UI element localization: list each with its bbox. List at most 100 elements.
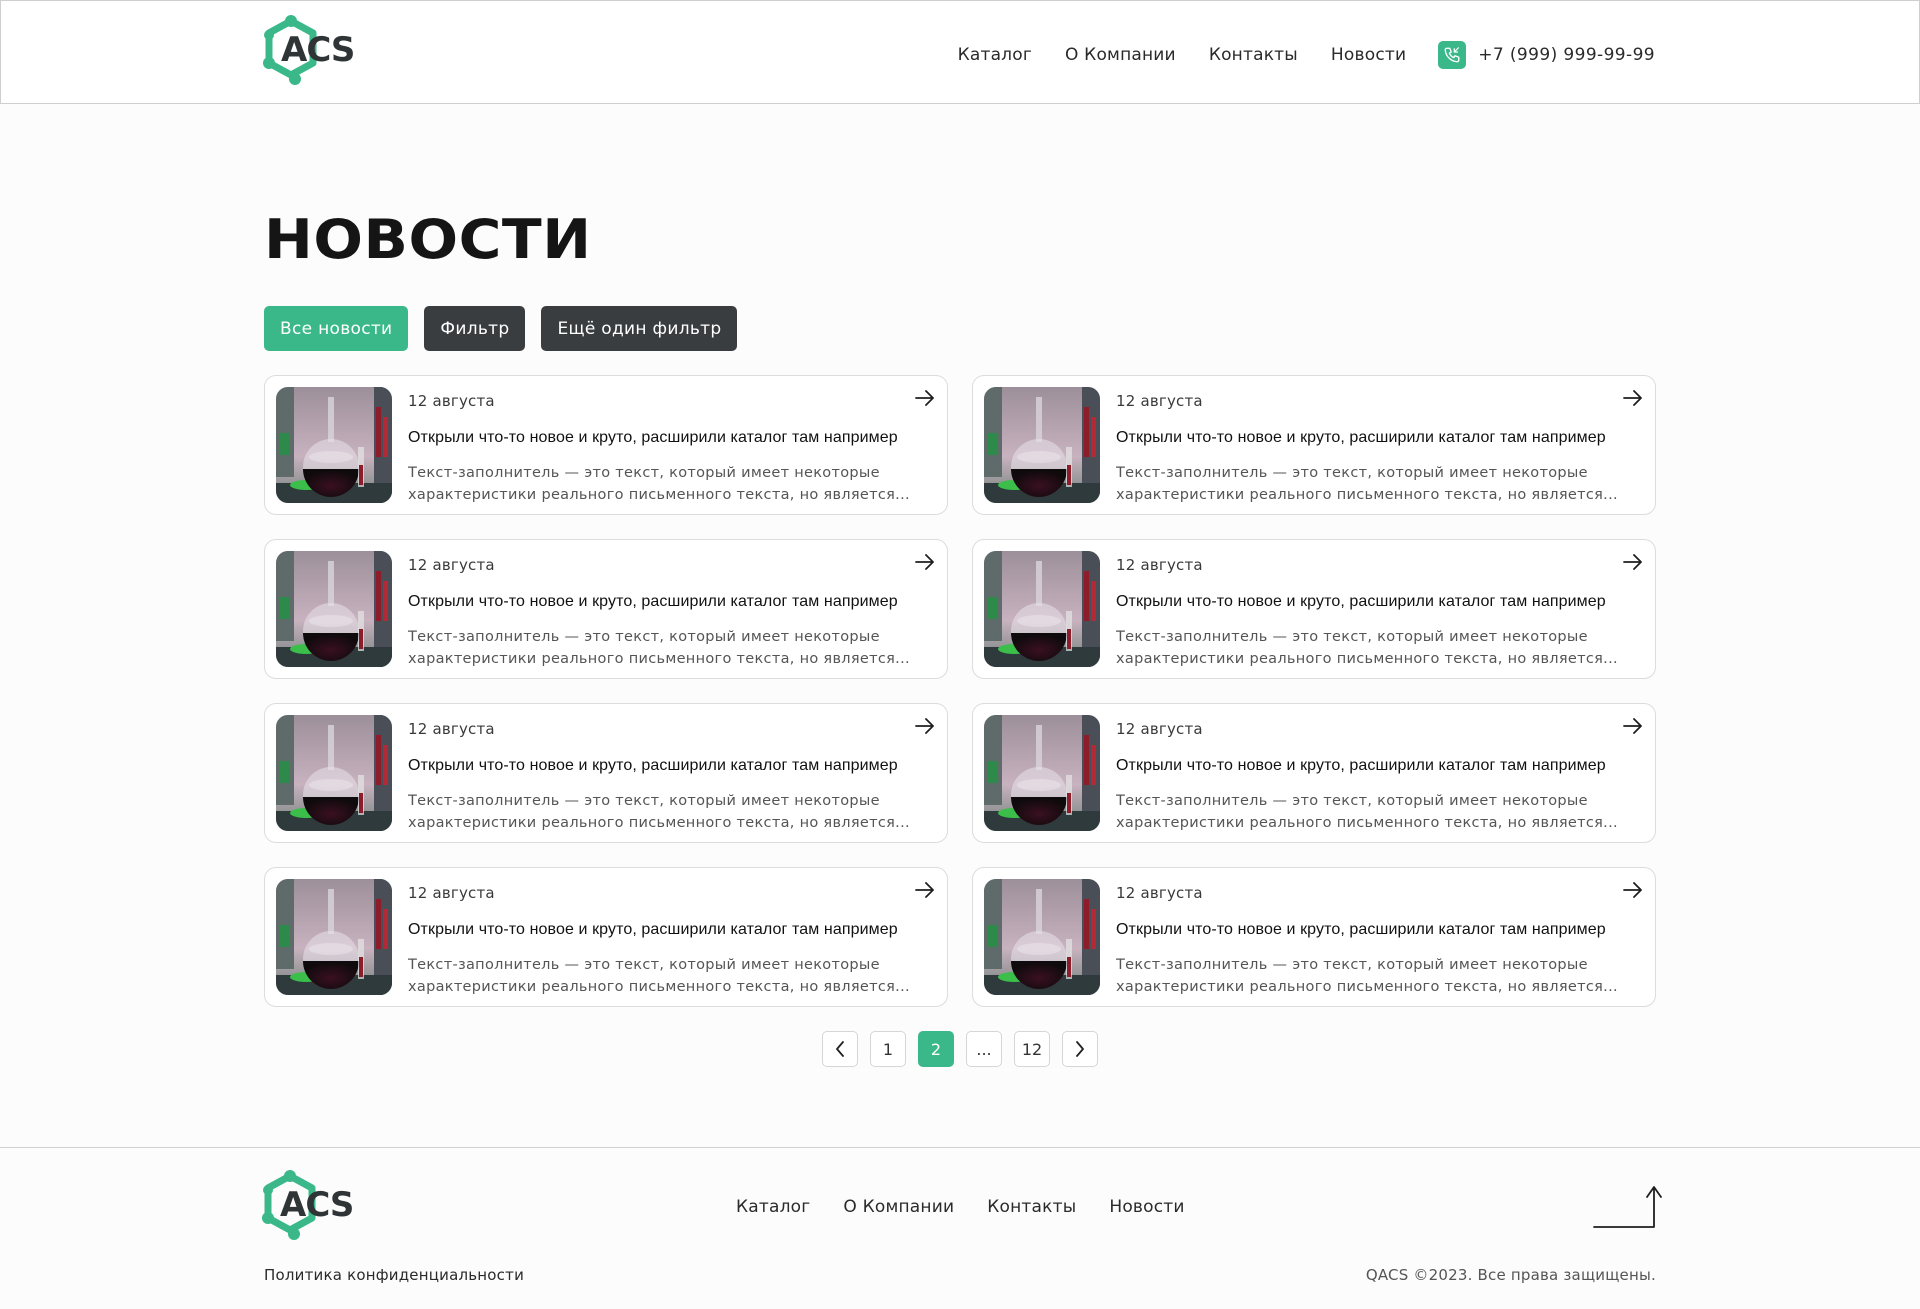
filter-all-news-button[interactable]: Все новости bbox=[264, 306, 409, 351]
arrow-right-icon[interactable] bbox=[1623, 718, 1643, 738]
news-excerpt: Текст-заполнитель — это текст, который и… bbox=[408, 790, 928, 834]
header-nav: Каталог О Компании Контакты Новости +7 (… bbox=[958, 41, 1655, 69]
news-date: 12 августа bbox=[408, 720, 495, 738]
nav-news-link[interactable]: Новости bbox=[1331, 45, 1406, 65]
news-title[interactable]: Открыли что-то новое и круто, расширили … bbox=[1116, 757, 1606, 775]
news-excerpt-line: Текст-заполнитель — это текст, который и… bbox=[1116, 957, 1588, 973]
footer-catalog-link[interactable]: Каталог bbox=[736, 1197, 810, 1217]
footer-nav: Каталог О Компании Контакты Новости bbox=[736, 1197, 1185, 1217]
news-card[interactable]: 12 августа Открыли что-то новое и круто,… bbox=[264, 703, 948, 843]
arrow-right-icon[interactable] bbox=[915, 554, 935, 574]
news-title[interactable]: Открыли что-то новое и круто, расширили … bbox=[408, 429, 898, 447]
news-date: 12 августа bbox=[408, 884, 495, 902]
filter-another-button[interactable]: Ещё один фильтр bbox=[541, 306, 738, 351]
news-excerpt: Текст-заполнитель — это текст, который и… bbox=[1116, 626, 1636, 670]
news-title[interactable]: Открыли что-то новое и круто, расширили … bbox=[1116, 921, 1606, 939]
header-phone[interactable]: +7 (999) 999-99-99 bbox=[1438, 41, 1655, 69]
arrow-right-icon[interactable] bbox=[1623, 554, 1643, 574]
footer-contacts-link[interactable]: Контакты bbox=[987, 1197, 1076, 1217]
news-excerpt: Текст-заполнитель — это текст, который и… bbox=[408, 462, 928, 506]
arrow-right-icon[interactable] bbox=[1623, 390, 1643, 410]
pagination-ellipsis: ... bbox=[966, 1031, 1002, 1067]
news-card[interactable]: 12 августа Открыли что-то новое и круто,… bbox=[972, 539, 1656, 679]
news-date: 12 августа bbox=[1116, 720, 1203, 738]
copyright-text: QACS ©2023. Все права защищены. bbox=[1365, 1266, 1656, 1284]
news-card[interactable]: 12 августа Открыли что-то новое и круто,… bbox=[972, 867, 1656, 1007]
nav-contacts-link[interactable]: Контакты bbox=[1209, 45, 1298, 65]
footer-logo[interactable]: ACS bbox=[262, 1170, 354, 1240]
pagination-next-button[interactable] bbox=[1062, 1031, 1098, 1067]
nav-catalog-link[interactable]: Каталог bbox=[958, 45, 1032, 65]
news-excerpt-line: характеристики реального письменного тек… bbox=[1116, 651, 1618, 667]
filter-bar: Все новости Фильтр Ещё один фильтр bbox=[264, 306, 738, 351]
arrow-up-icon bbox=[1593, 1186, 1662, 1228]
site-footer: ACS Каталог О Компании Контакты Новости … bbox=[0, 1147, 1920, 1309]
news-thumbnail bbox=[276, 551, 392, 667]
phone-icon bbox=[1444, 47, 1460, 63]
phone-number: +7 (999) 999-99-99 bbox=[1478, 45, 1655, 65]
news-excerpt: Текст-заполнитель — это текст, который и… bbox=[1116, 954, 1636, 998]
news-excerpt-line: Текст-заполнитель — это текст, который и… bbox=[408, 793, 880, 809]
news-excerpt-line: характеристики реального письменного тек… bbox=[1116, 979, 1618, 995]
news-thumbnail bbox=[984, 715, 1100, 831]
news-excerpt: Текст-заполнитель — это текст, который и… bbox=[408, 626, 928, 670]
news-card[interactable]: 12 августа Открыли что-то новое и круто,… bbox=[972, 375, 1656, 515]
chevron-left-icon bbox=[836, 1041, 844, 1057]
news-excerpt: Текст-заполнитель — это текст, который и… bbox=[408, 954, 928, 998]
pagination: 1 2 ... 12 bbox=[822, 1031, 1098, 1067]
chevron-right-icon bbox=[1076, 1041, 1084, 1057]
filter-button[interactable]: Фильтр bbox=[424, 306, 526, 351]
arrow-right-icon[interactable] bbox=[915, 718, 935, 738]
news-card[interactable]: 12 августа Открыли что-то новое и круто,… bbox=[264, 375, 948, 515]
news-excerpt: Текст-заполнитель — это текст, который и… bbox=[1116, 462, 1636, 506]
arrow-right-icon[interactable] bbox=[1623, 882, 1643, 902]
privacy-policy-link[interactable]: Политика конфиденциальности bbox=[264, 1266, 524, 1284]
news-excerpt-line: характеристики реального письменного тек… bbox=[1116, 815, 1618, 831]
scroll-to-top-button[interactable] bbox=[1590, 1183, 1662, 1233]
page-title: НОВОСТИ bbox=[264, 208, 592, 271]
news-date: 12 августа bbox=[408, 556, 495, 574]
news-card[interactable]: 12 августа Открыли что-то новое и круто,… bbox=[972, 703, 1656, 843]
news-excerpt-line: Текст-заполнитель — это текст, который и… bbox=[1116, 793, 1588, 809]
news-excerpt-line: Текст-заполнитель — это текст, который и… bbox=[1116, 629, 1588, 645]
news-excerpt-line: Текст-заполнитель — это текст, который и… bbox=[408, 629, 880, 645]
pagination-page-button[interactable]: 12 bbox=[1014, 1031, 1050, 1067]
news-date: 12 августа bbox=[1116, 556, 1203, 574]
news-title[interactable]: Открыли что-то новое и круто, расширили … bbox=[408, 921, 898, 939]
news-excerpt-line: характеристики реального письменного тек… bbox=[408, 979, 910, 995]
news-grid: 12 августа Открыли что-то новое и круто,… bbox=[264, 375, 1656, 1007]
logo-text: ACS bbox=[281, 30, 355, 70]
pagination-prev-button[interactable] bbox=[822, 1031, 858, 1067]
news-card[interactable]: 12 августа Открыли что-то новое и круто,… bbox=[264, 539, 948, 679]
pagination-current-page[interactable]: 2 bbox=[918, 1031, 954, 1067]
logo-text: ACS bbox=[280, 1185, 354, 1225]
news-excerpt-line: Текст-заполнитель — это текст, который и… bbox=[1116, 465, 1588, 481]
news-excerpt-line: Текст-заполнитель — это текст, который и… bbox=[408, 957, 880, 973]
news-thumbnail bbox=[984, 551, 1100, 667]
news-excerpt-line: характеристики реального письменного тек… bbox=[408, 487, 910, 503]
news-thumbnail bbox=[276, 879, 392, 995]
news-excerpt-line: характеристики реального письменного тек… bbox=[1116, 487, 1618, 503]
arrow-right-icon[interactable] bbox=[915, 390, 935, 410]
pagination-page-button[interactable]: 1 bbox=[870, 1031, 906, 1067]
news-excerpt-line: характеристики реального письменного тек… bbox=[408, 815, 910, 831]
footer-company-link[interactable]: О Компании bbox=[843, 1197, 954, 1217]
news-thumbnail bbox=[276, 715, 392, 831]
header-logo[interactable]: ACS bbox=[263, 15, 355, 85]
site-header: ACS Каталог О Компании Контакты Новости … bbox=[0, 0, 1920, 104]
news-thumbnail bbox=[984, 387, 1100, 503]
news-title[interactable]: Открыли что-то новое и круто, расширили … bbox=[1116, 429, 1606, 447]
news-title[interactable]: Открыли что-то новое и круто, расширили … bbox=[408, 593, 898, 611]
news-title[interactable]: Открыли что-то новое и круто, расширили … bbox=[1116, 593, 1606, 611]
news-title[interactable]: Открыли что-то новое и круто, расширили … bbox=[408, 757, 898, 775]
news-excerpt-line: характеристики реального письменного тек… bbox=[408, 651, 910, 667]
phone-badge bbox=[1438, 41, 1467, 69]
footer-news-link[interactable]: Новости bbox=[1109, 1197, 1184, 1217]
news-excerpt-line: Текст-заполнитель — это текст, который и… bbox=[408, 465, 880, 481]
nav-company-link[interactable]: О Компании bbox=[1065, 45, 1176, 65]
news-date: 12 августа bbox=[1116, 392, 1203, 410]
arrow-right-icon[interactable] bbox=[915, 882, 935, 902]
news-card[interactable]: 12 августа Открыли что-то новое и круто,… bbox=[264, 867, 948, 1007]
news-date: 12 августа bbox=[408, 392, 495, 410]
news-thumbnail bbox=[984, 879, 1100, 995]
